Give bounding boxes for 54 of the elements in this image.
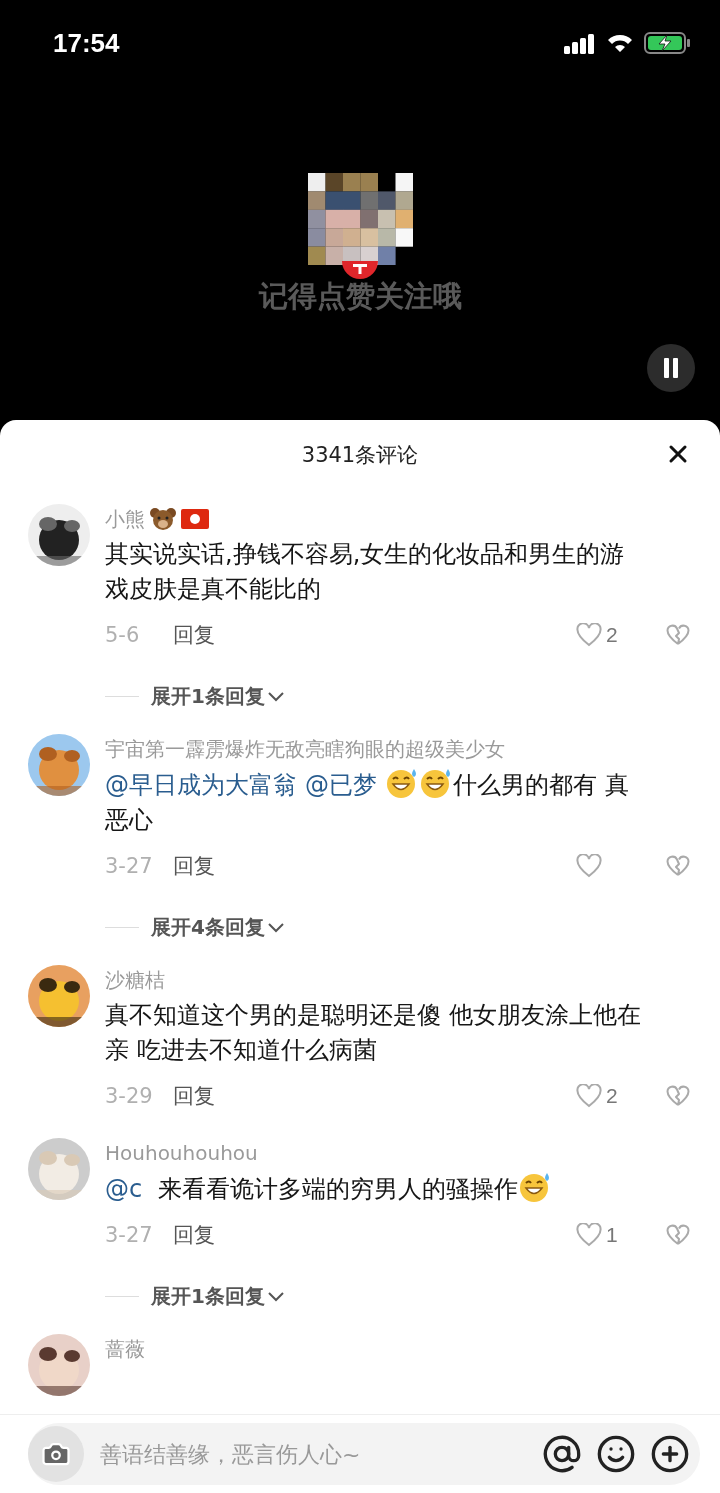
grinning-sweat-icon (385, 767, 419, 799)
comment-text: @c 来看看诡计多端的穷男人的骚操作 (105, 1171, 692, 1207)
chevron-down-icon (266, 690, 285, 703)
reply-button[interactable]: 回复 (173, 621, 215, 649)
camera-button[interactable] (28, 1426, 84, 1482)
battery-charging-icon (644, 32, 690, 54)
mention-link[interactable]: @已梦 (305, 771, 377, 799)
broken-heart-icon (666, 1085, 690, 1107)
broken-heart-icon (666, 1224, 690, 1246)
mention-link[interactable]: @早日成为大富翁 (105, 771, 297, 799)
broken-heart-icon (666, 624, 690, 646)
reply-button[interactable]: 回复 (173, 852, 215, 880)
sheet-title: 3341条评论 (301, 442, 419, 469)
pause-button[interactable] (647, 344, 695, 392)
comment-text: @早日成为大富翁 @已梦 什么男的都有 真恶心 (105, 767, 692, 838)
like-count: 1 (606, 1223, 618, 1247)
comment-text: 真不知道这个男的是聪明还是傻 他女朋友涂上他在亲 吃进去不知道什么病菌 (105, 1000, 642, 1066)
mention-link[interactable]: @c (105, 1175, 143, 1203)
comment-field[interactable]: 善语结善缘，恶言伤人心~ (28, 1423, 700, 1485)
comment-date: 3-29 (105, 1084, 154, 1108)
reply-button[interactable]: 回复 (173, 1082, 215, 1110)
emoji-button[interactable] (596, 1434, 636, 1474)
grinning-sweat-icon (419, 767, 453, 799)
pause-icon (663, 358, 679, 378)
like-button[interactable]: 1 (576, 1223, 636, 1247)
wifi-icon (606, 32, 634, 54)
signal-icon (564, 32, 596, 54)
expand-replies-button[interactable]: 展开1条回复 (151, 683, 285, 710)
status-time: 17:54 (53, 27, 120, 59)
heart-icon (576, 854, 602, 878)
comment-date: 5-6 (105, 623, 141, 647)
grinning-sweat-icon (517, 1171, 552, 1203)
heart-icon (576, 623, 602, 647)
chevron-down-icon (266, 1290, 285, 1303)
broken-heart-icon (666, 855, 690, 877)
video-caption: 记得点赞关注哦 (258, 278, 462, 315)
heart-icon (576, 1084, 602, 1108)
chevron-down-icon (266, 921, 285, 934)
mention-button[interactable] (542, 1434, 582, 1474)
like-button[interactable]: 2 (576, 1084, 636, 1108)
like-button[interactable]: 2 (576, 623, 636, 647)
comment-text: 其实说实话,挣钱不容易,女生的化妆品和男生的游戏皮肤是真不能比的 (105, 539, 626, 605)
bear-icon (149, 507, 177, 531)
expand-replies-button[interactable]: 展开1条回复 (151, 1283, 285, 1310)
flag-icon (181, 509, 209, 529)
reply-button[interactable]: 回复 (173, 1221, 215, 1249)
like-count: 2 (606, 623, 618, 647)
heart-icon (576, 1223, 602, 1247)
like-count: 2 (606, 1084, 618, 1108)
follow-badge-icon[interactable] (342, 261, 378, 281)
expand-replies-button[interactable]: 展开4条回复 (151, 914, 285, 941)
add-button[interactable] (650, 1434, 690, 1474)
comment-date: 3-27 (105, 1223, 154, 1247)
comment-date: 3-27 (105, 854, 154, 878)
